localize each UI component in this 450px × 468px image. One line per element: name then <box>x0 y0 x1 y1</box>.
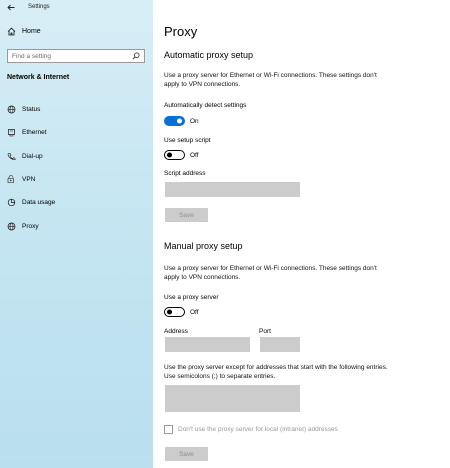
vpn-icon <box>7 175 16 184</box>
home-icon <box>7 27 16 36</box>
use-proxy-label: Use a proxy server <box>164 294 219 301</box>
use-proxy-state: Off <box>190 308 199 316</box>
use-proxy-switch[interactable] <box>164 307 185 317</box>
search-icon[interactable] <box>132 47 140 65</box>
address-field[interactable] <box>165 337 250 352</box>
setup-script-state: Off <box>190 151 199 159</box>
setup-script-toggle[interactable]: Off <box>164 150 199 160</box>
sidebar-nav: Status Ethernet Dial-up VPN Data usage P… <box>0 98 153 238</box>
local-addresses-row[interactable]: Don't use the proxy server for local (in… <box>164 425 338 434</box>
auto-detect-state: On <box>190 117 199 125</box>
setup-script-switch[interactable] <box>164 150 185 160</box>
sidebar-item-label: Ethernet <box>22 129 47 137</box>
setup-script-label: Use setup script <box>164 137 211 144</box>
sidebar: Settings Home Network & Internet Status … <box>0 0 153 468</box>
sidebar-item-proxy[interactable]: Proxy <box>0 214 153 237</box>
auto-detect-toggle[interactable]: On <box>164 116 199 126</box>
automatic-proxy-heading: Automatic proxy setup <box>164 50 254 60</box>
sidebar-item-label: VPN <box>22 176 36 184</box>
back-arrow-icon <box>7 4 15 10</box>
manual-save-button[interactable]: Save <box>165 447 208 461</box>
home-label: Home <box>22 28 41 35</box>
script-address-label: Script address <box>164 170 206 177</box>
switch-knob <box>167 152 172 158</box>
sidebar-item-label: Proxy <box>22 222 39 230</box>
search-box[interactable] <box>7 49 145 63</box>
use-proxy-toggle[interactable]: Off <box>164 307 199 317</box>
port-label: Port <box>259 328 271 335</box>
sidebar-section-title: Network & Internet <box>7 74 70 81</box>
sidebar-item-data-usage[interactable]: Data usage <box>0 191 153 214</box>
manual-proxy-description: Use a proxy server for Ethernet or Wi-Fi… <box>164 265 377 281</box>
globe-icon <box>7 222 16 231</box>
title-bar: Settings <box>0 0 153 14</box>
automatic-proxy-description: Use a proxy server for Ethernet or Wi-Fi… <box>164 72 377 88</box>
sidebar-item-dial-up[interactable]: Dial-up <box>0 145 153 168</box>
port-field[interactable] <box>260 337 300 352</box>
home-link[interactable]: Home <box>7 27 41 36</box>
main-content: Proxy Automatic proxy setup Use a proxy … <box>164 0 450 468</box>
automatic-save-button[interactable]: Save <box>165 208 208 222</box>
address-label: Address <box>164 328 188 335</box>
local-addresses-label: Don't use the proxy server for local (in… <box>178 426 338 433</box>
ethernet-icon <box>7 128 16 137</box>
back-button[interactable] <box>4 1 18 13</box>
window-title: Settings <box>28 4 50 10</box>
switch-knob <box>167 309 172 315</box>
auto-detect-switch[interactable] <box>164 116 185 126</box>
phone-icon <box>7 152 16 161</box>
script-address-field[interactable] <box>165 182 300 197</box>
search-input[interactable] <box>12 52 122 60</box>
sidebar-item-ethernet[interactable]: Ethernet <box>0 121 153 144</box>
switch-knob <box>177 118 182 124</box>
local-addresses-checkbox[interactable] <box>164 425 173 434</box>
exceptions-description: Use the proxy server except for addresse… <box>164 364 388 380</box>
globe-icon <box>7 105 16 114</box>
exceptions-field[interactable] <box>165 385 300 412</box>
page-title: Proxy <box>164 24 198 39</box>
manual-proxy-heading: Manual proxy setup <box>164 241 243 251</box>
sidebar-item-vpn[interactable]: VPN <box>0 168 153 191</box>
sidebar-item-status[interactable]: Status <box>0 98 153 121</box>
sidebar-item-label: Data usage <box>22 199 56 207</box>
data-usage-icon <box>7 198 16 207</box>
auto-detect-label: Automatically detect settings <box>164 102 247 109</box>
sidebar-item-label: Dial-up <box>22 152 43 160</box>
sidebar-item-label: Status <box>22 106 41 114</box>
